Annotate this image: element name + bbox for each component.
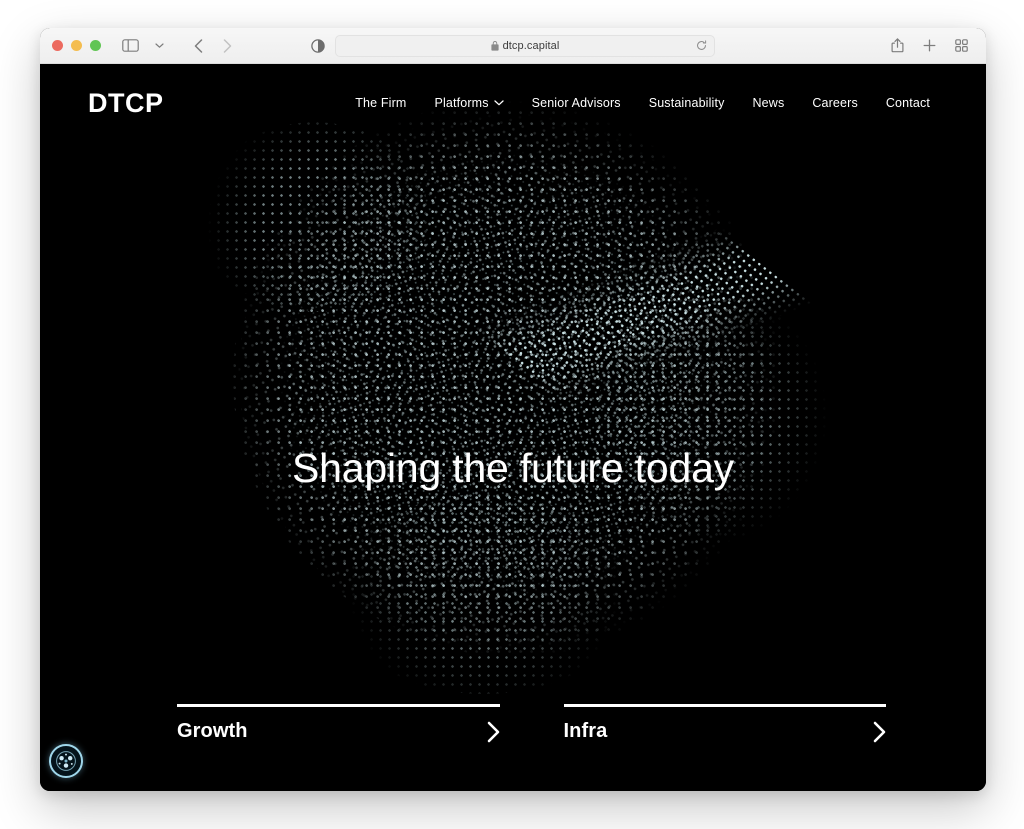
main-navigation: The Firm Platforms Senior Advisors Susta… [355, 96, 938, 110]
sphere-lobe-top-left [199, 122, 430, 313]
hero-headline: Shaping the future today [292, 445, 734, 491]
nav-item-careers[interactable]: Careers [812, 96, 858, 110]
platform-label: Growth [177, 720, 248, 742]
address-bar-url: dtcp.capital [502, 39, 560, 52]
reader-contrast-icon[interactable] [311, 38, 325, 53]
nav-item-news[interactable]: News [752, 96, 784, 110]
navigation-controls [117, 34, 240, 58]
nav-item-label: Careers [812, 96, 858, 110]
browser-window: dtcp.capital DTCP The Firm Platforms Sen… [40, 28, 986, 791]
sidebar-toggle-icon[interactable] [117, 34, 143, 58]
nav-item-contact[interactable]: Contact [886, 96, 930, 110]
chevron-right-icon [487, 721, 500, 743]
address-bar-content: dtcp.capital [490, 39, 560, 52]
new-tab-icon[interactable] [916, 34, 942, 58]
nav-item-label: Sustainability [648, 96, 725, 110]
nav-item-senior-advisors[interactable]: Senior Advisors [532, 96, 621, 110]
forward-button-icon[interactable] [214, 34, 240, 58]
window-controls [52, 40, 101, 51]
platform-link-growth[interactable]: Growth [177, 704, 500, 743]
tab-overview-icon[interactable] [948, 34, 974, 58]
close-window-button[interactable] [52, 40, 63, 51]
lock-icon [490, 40, 499, 51]
platform-row: Growth [177, 707, 500, 743]
back-button-icon[interactable] [185, 34, 211, 58]
share-icon[interactable] [884, 34, 910, 58]
minimize-window-button[interactable] [71, 40, 82, 51]
nav-item-label: Contact [885, 96, 930, 110]
zoom-window-button[interactable] [90, 40, 101, 51]
address-bar-area: dtcp.capital [311, 34, 715, 57]
nav-item-label: News [752, 96, 785, 110]
nav-item-the-firm[interactable]: The Firm [355, 96, 406, 110]
platform-link-infra[interactable]: Infra [563, 704, 887, 743]
address-bar[interactable]: dtcp.capital [335, 34, 715, 57]
nav-item-label: Senior Advisors [531, 96, 621, 110]
platform-label: Infra [563, 720, 608, 742]
accessibility-widget-button[interactable] [49, 744, 83, 778]
browser-actions [884, 34, 974, 58]
particle-sphere [177, 64, 849, 716]
platform-row: Infra [564, 707, 887, 743]
sphere-lobe-bottom [333, 493, 634, 694]
platform-links: Growth Infra [177, 704, 886, 743]
page-viewport: DTCP The Firm Platforms Senior Advisors [40, 64, 986, 791]
site-header: DTCP The Firm Platforms Senior Advisors [40, 64, 986, 142]
particle-sphere-graphic [40, 64, 986, 791]
sidebar-chevron-down-icon[interactable] [146, 34, 172, 58]
nav-item-platforms[interactable]: Platforms [434, 96, 504, 110]
accessibility-dots-icon [56, 751, 76, 771]
chevron-right-icon [873, 721, 886, 743]
site-logo[interactable]: DTCP [88, 89, 164, 117]
nav-item-label: The Firm [355, 96, 407, 110]
nav-item-label: Platforms [434, 96, 489, 110]
nav-item-sustainability[interactable]: Sustainability [649, 96, 725, 110]
chevron-down-icon [493, 100, 504, 106]
browser-titlebar: dtcp.capital [40, 28, 986, 64]
reload-icon[interactable] [696, 40, 707, 51]
